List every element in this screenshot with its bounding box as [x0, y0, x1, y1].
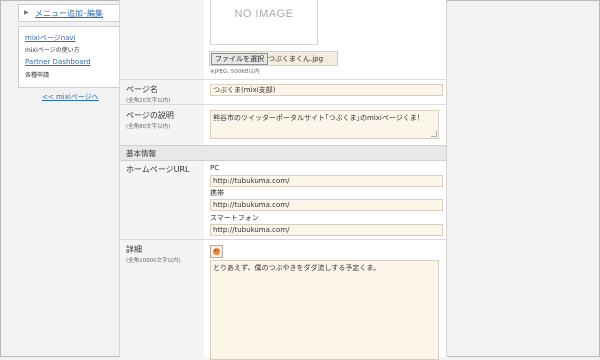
page-desc-value: 熊谷市のツイッターポータルサイト｢つぶくま｣のmixiページくま！	[213, 114, 424, 122]
smartphone-label: スマートフォン	[210, 214, 259, 222]
back-to-mixi-page-link[interactable]: << mixiページへ	[42, 92, 99, 102]
file-input[interactable]: ファイルを選択 つぶくまくん.jpg	[209, 51, 338, 66]
file-format-note: ※JPEG, 500KB以内	[210, 69, 260, 75]
emoji-face-icon	[213, 248, 220, 255]
pc-label: PC	[210, 164, 220, 172]
mixi-page-navi-link[interactable]: mixiページnavi	[25, 33, 76, 43]
choose-file-button[interactable]: ファイルを選択	[211, 53, 268, 65]
row-divider	[120, 239, 446, 240]
triangle-right-icon: ▶	[24, 9, 29, 16]
smartphone-url-input[interactable]: http://tubukuma.com/	[210, 224, 443, 236]
partner-dashboard-desc: 各種申請	[25, 72, 50, 79]
menu-add-edit-link[interactable]: メニュー追加･編集	[35, 8, 103, 19]
details-textarea[interactable]: とりあえず、僕のつぶやきをダダ流しする予定くま。	[210, 260, 439, 360]
partner-dashboard-link[interactable]: Partner Dashboard	[25, 58, 91, 66]
menu-add-box: ▶ メニュー追加･編集	[18, 4, 120, 22]
page-name-limit: (全角20文字以内)	[126, 98, 171, 104]
details-value: とりあえず、僕のつぶやきをダダ流しする予定くま。	[213, 264, 381, 272]
page-desc-textarea[interactable]: 熊谷市のツイッターポータルサイト｢つぶくま｣のmixiページくま！	[210, 110, 439, 139]
row-divider	[120, 79, 446, 80]
emoji-button[interactable]	[210, 245, 223, 258]
mobile-url-input[interactable]: http://tubukuma.com/	[210, 199, 443, 211]
no-image-text: NO IMAGE	[234, 8, 294, 20]
image-preview: NO IMAGE	[210, 0, 318, 45]
basic-info-section-header: 基本情報	[120, 145, 446, 161]
details-limit: (全角10000文字以内)	[126, 258, 181, 264]
details-label: 詳細	[126, 245, 142, 254]
edit-form: NO IMAGE ファイルを選択 つぶくまくん.jpg ※JPEG, 500KB…	[119, 0, 447, 360]
basic-info-heading: 基本情報	[126, 149, 156, 158]
help-links-box: mixiページnavi mixiページの使い方 Partner Dashboar…	[18, 26, 120, 88]
resize-handle-icon[interactable]	[431, 131, 437, 137]
homepage-url-label: ホームページURL	[126, 165, 190, 174]
page-name-label: ページ名	[126, 85, 158, 94]
page-name-input[interactable]: つぶくま(mixi支部)	[210, 84, 443, 96]
file-name-text: つぶくまくん.jpg	[268, 55, 324, 63]
pc-url-input[interactable]: http://tubukuma.com/	[210, 175, 443, 187]
mixi-page-navi-desc: mixiページの使い方	[25, 47, 80, 54]
row-divider	[120, 104, 446, 105]
page-desc-limit: (全角80文字以内)	[126, 124, 171, 130]
mobile-label: 携帯	[210, 189, 224, 197]
page-desc-label: ページの説明	[126, 111, 174, 120]
